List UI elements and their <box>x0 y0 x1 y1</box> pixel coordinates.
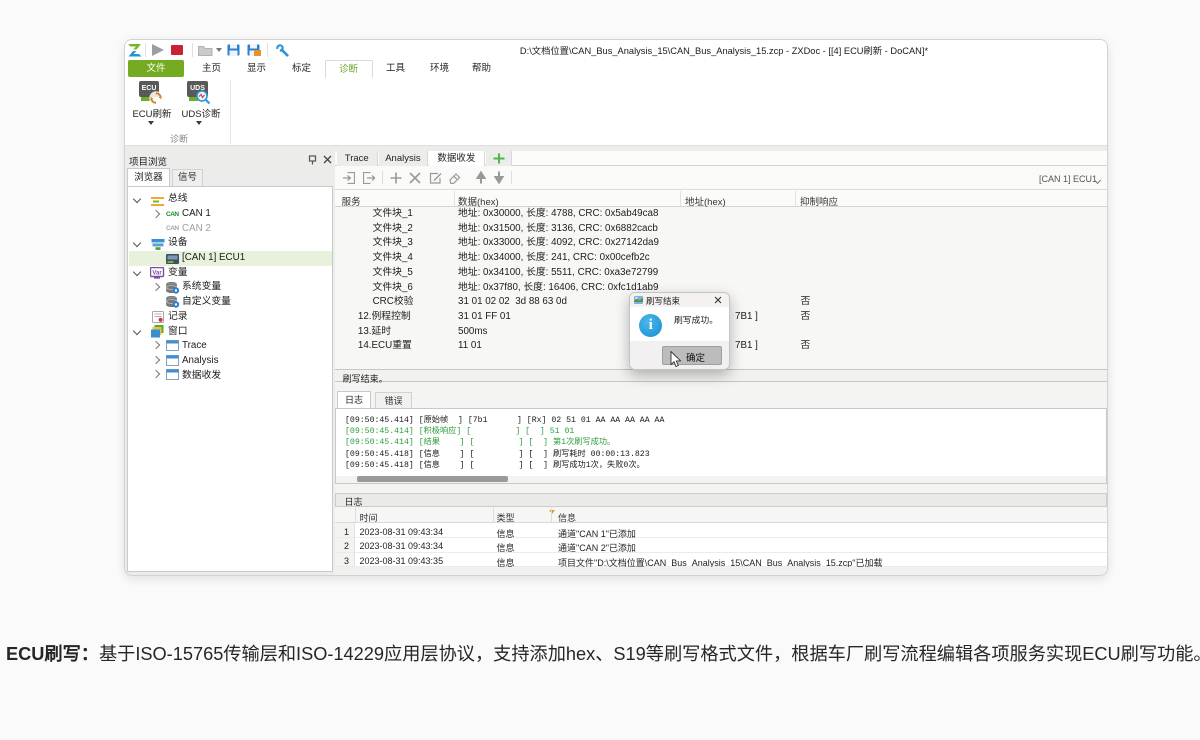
svg-text:Var: Var <box>152 270 162 276</box>
